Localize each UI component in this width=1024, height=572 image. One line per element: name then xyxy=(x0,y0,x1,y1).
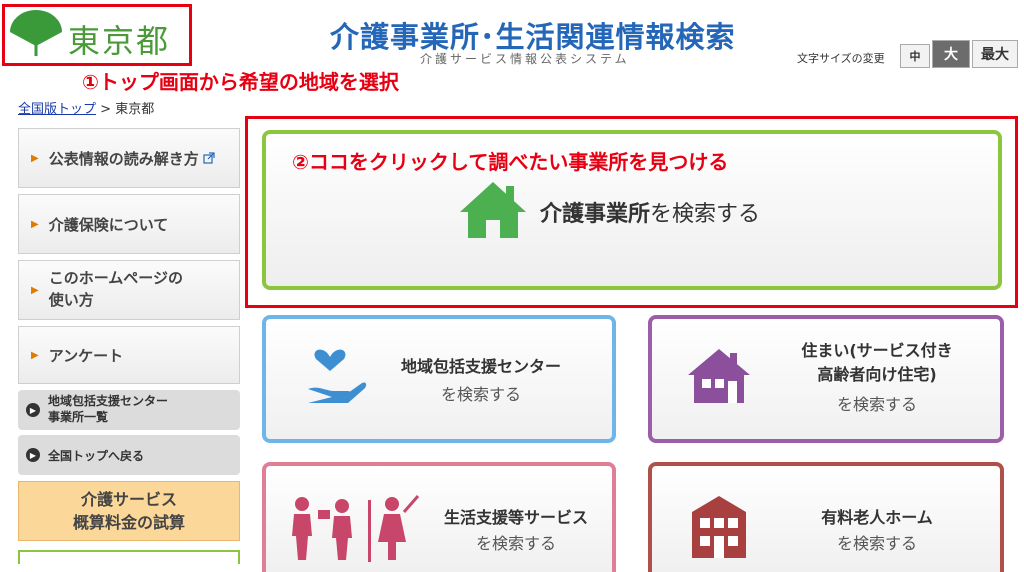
main-card-label-bold: 介護事業所 xyxy=(540,202,651,227)
sidebar-item-label: 公表情報の読み解き方 xyxy=(48,149,199,168)
triangle-right-icon: ▶ xyxy=(31,349,39,361)
sidebar-item-label: 介護保険について xyxy=(48,215,169,234)
house-icon xyxy=(460,182,526,238)
annotation-step1: ①トップ画面から希望の地域を選択 xyxy=(82,70,399,94)
tokyo-ginkgo-logo-icon xyxy=(10,10,62,56)
card-sub: を検索する xyxy=(836,395,917,414)
breadcrumb: 全国版トップ > 東京都 xyxy=(18,98,154,117)
sidebar-item-disclosure-guide[interactable]: ▶ 公表情報の読み解き方 xyxy=(18,128,240,188)
card-title-line2: 高齢者向け住宅) xyxy=(817,365,937,384)
sidebar-link-label: 全国トップへ戻る xyxy=(48,448,145,463)
building-icon xyxy=(692,496,746,558)
people-service-icon xyxy=(292,495,420,562)
triangle-right-icon: ▶ xyxy=(31,152,39,164)
sidebar-item-survey[interactable]: ▶ アンケート xyxy=(18,326,240,384)
card-title: 生活支援等サービス xyxy=(443,508,588,527)
house-purple-icon xyxy=(688,349,750,403)
card-sub: を検索する xyxy=(836,534,917,553)
sidebar-item-label-line2: 使い方 xyxy=(48,291,94,309)
card-sub: を検索する xyxy=(475,534,556,553)
breadcrumb-current: 東京都 xyxy=(115,102,155,117)
hand-heart-icon xyxy=(308,349,367,403)
sidebar-item-label: このホームページの 使い方 xyxy=(49,268,183,312)
sidebar-item-label: アンケート xyxy=(48,346,124,365)
font-size-large-button[interactable]: 大 xyxy=(932,40,970,68)
sidebar-link-center-list[interactable]: ▶ 地域包括支援センター 事業所一覧 xyxy=(18,390,240,430)
sidebar-link-label: 地域包括支援センター 事業所一覧 xyxy=(48,394,168,425)
sidebar-link-line2: 事業所一覧 xyxy=(48,410,109,424)
card-title: 住まい(サービス付き 高齢者向け住宅) xyxy=(762,339,992,387)
card-sub: を検索する xyxy=(440,385,521,404)
sidebar-item-howto[interactable]: ▶ このホームページの 使い方 xyxy=(18,260,240,320)
sidebar-item-insurance[interactable]: ▶ 介護保険について xyxy=(18,194,240,254)
site-subtitle: 介護サービス情報公表システム xyxy=(420,52,630,66)
search-life-support-button[interactable]: 生活支援等サービス を検索する xyxy=(262,462,616,572)
search-nursing-home-button[interactable]: 有料老人ホーム を検索する xyxy=(648,462,1004,572)
main-card-label: 介護事業所を検索する xyxy=(540,196,760,228)
sidebar-item-label-line1: このホームページの xyxy=(48,269,183,288)
font-size-label: 文字サイズの変更 xyxy=(797,52,885,65)
triangle-right-icon: ▶ xyxy=(31,284,39,296)
card-title: 地域包括支援センター xyxy=(400,357,561,376)
breadcrumb-home-link[interactable]: 全国版トップ xyxy=(18,102,96,117)
search-support-center-button[interactable]: 地域包括支援センター を検索する xyxy=(262,315,616,443)
triangle-right-icon: ▶ xyxy=(31,218,39,230)
logo-text[interactable]: 東京都 xyxy=(68,16,170,62)
sidebar-link-line1: 地域包括支援センター xyxy=(48,394,169,409)
main-card-label-rest: を検索する xyxy=(650,202,761,227)
annotation-step2: ②ココをクリックして調べたい事業所を見つける xyxy=(292,150,729,174)
circle-arrow-right-icon: ▶ xyxy=(26,403,40,417)
search-housing-button[interactable]: 住まい(サービス付き 高齢者向け住宅) を検索する xyxy=(648,315,1004,443)
estimate-line1: 介護サービス xyxy=(80,489,177,509)
external-link-icon xyxy=(203,152,215,164)
card-title-line1: 住まい(サービス付き xyxy=(801,341,953,360)
estimate-line2: 概算料金の試算 xyxy=(72,513,185,532)
sidebar-banner-partial[interactable] xyxy=(18,550,240,564)
font-size-medium-button[interactable]: 中 xyxy=(900,44,930,68)
font-size-max-button[interactable]: 最大 xyxy=(972,40,1018,68)
sidebar-link-national-top[interactable]: ▶ 全国トップへ戻る xyxy=(18,435,240,475)
breadcrumb-separator: > xyxy=(96,102,116,117)
estimate-fee-button[interactable]: 介護サービス 概算料金の試算 xyxy=(18,481,240,541)
circle-arrow-right-icon: ▶ xyxy=(26,448,40,462)
card-title: 有料老人ホーム xyxy=(821,508,933,527)
